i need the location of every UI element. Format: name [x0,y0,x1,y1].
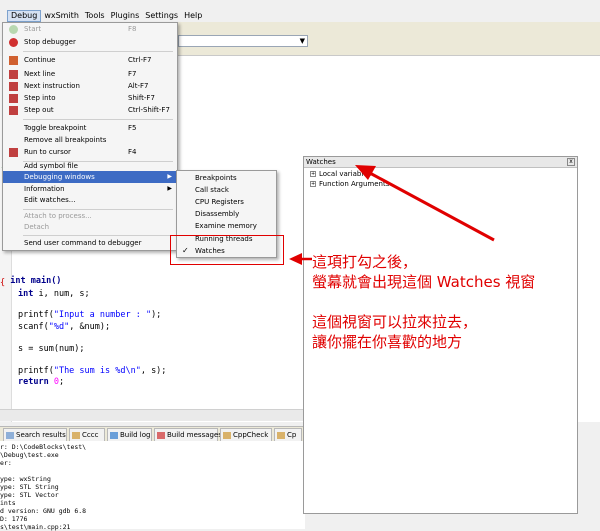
annotation-line-3: 這個視窗可以拉來拉去， [312,313,478,331]
annotation-line-4: 讓你擺在你喜歡的地方 [312,333,463,351]
arrowhead-icon [355,165,376,180]
annotation-arrows [289,165,495,265]
annotation-line-1: 這項打勾之後， [312,253,418,271]
annotation-line-2: 螢幕就會出現這個 Watches 視窗 [312,273,536,291]
arrow-to-watches [367,170,495,242]
arrowhead-icon [289,253,302,265]
